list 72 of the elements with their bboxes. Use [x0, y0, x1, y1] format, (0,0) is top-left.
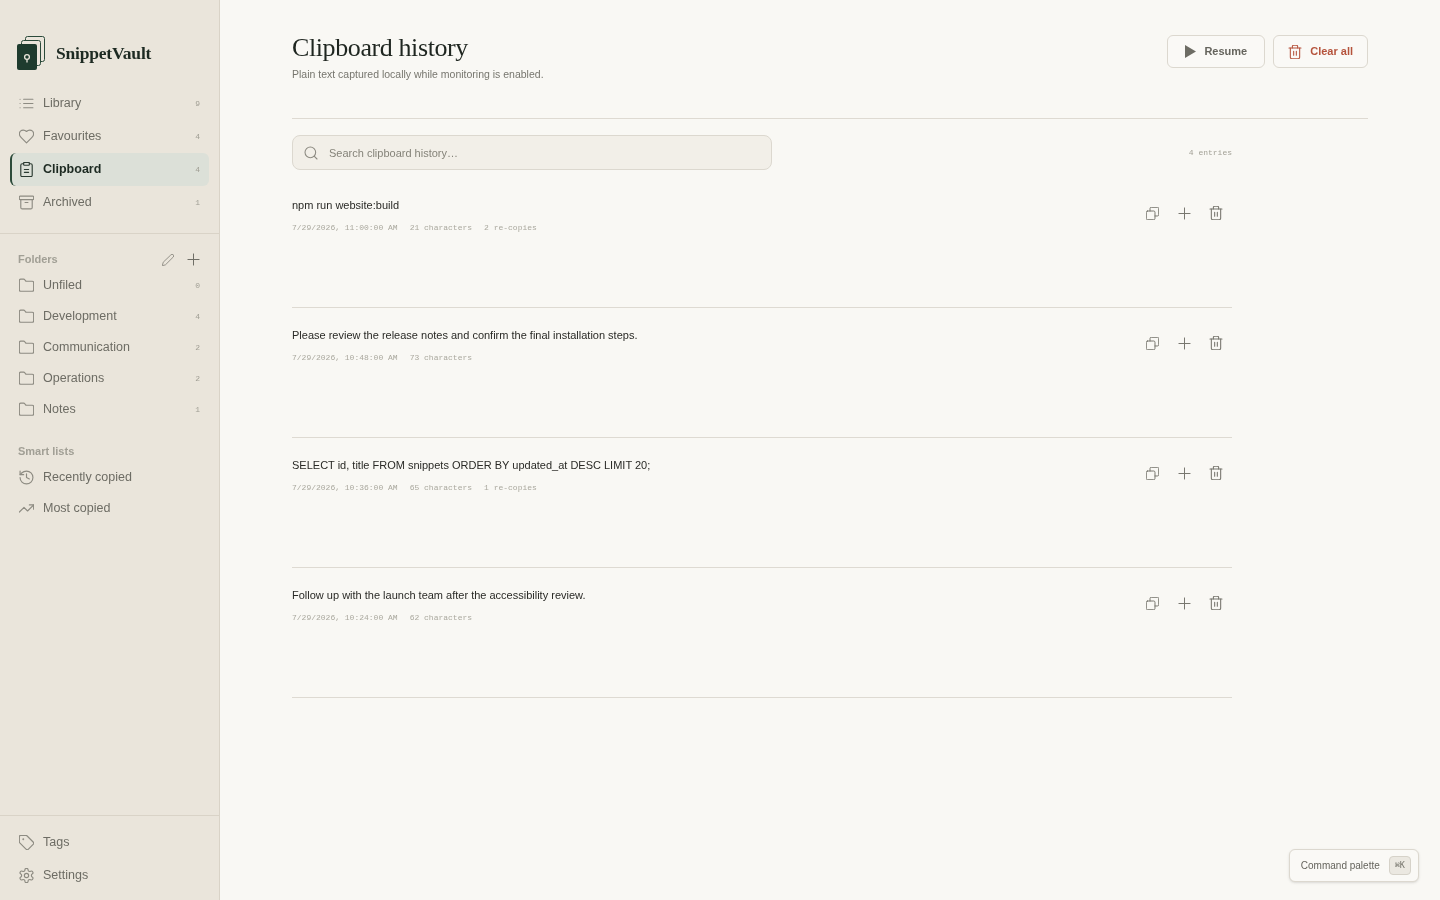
shortcut-key: ⌘K — [1388, 856, 1411, 875]
timestamp: 7/29/2026, 10:24:00 AM — [292, 612, 398, 624]
section-heading: Folders — [18, 252, 58, 268]
clipboard-icon — [19, 162, 34, 177]
plus-icon[interactable] — [1177, 206, 1191, 220]
trash-icon[interactable] — [1209, 206, 1223, 220]
item-count: 2 — [195, 341, 200, 354]
tag-icon — [19, 835, 34, 850]
recopy-count: 2 re-copies — [484, 222, 537, 234]
settings-icon — [19, 868, 34, 883]
archive-box-icon — [19, 195, 34, 210]
plus-icon[interactable] — [1177, 596, 1191, 610]
sidebar-item[interactable]: Unfiled 0 — [10, 270, 209, 301]
timestamp: 7/29/2026, 10:48:00 AM — [292, 352, 398, 364]
trash-icon[interactable] — [1209, 596, 1223, 610]
app-name: SnippetVault — [56, 41, 152, 65]
plus-icon[interactable] — [1177, 336, 1191, 350]
trash-icon[interactable] — [1209, 336, 1223, 350]
play-icon — [1185, 45, 1197, 58]
copy-icon[interactable] — [1145, 206, 1159, 220]
pencil-icon[interactable] — [162, 253, 174, 266]
trash-icon[interactable] — [1209, 466, 1223, 480]
sidebar-item[interactable]: Tags — [10, 826, 209, 859]
item-count: 4 — [195, 163, 200, 176]
section-heading: Smart lists — [18, 444, 75, 460]
trash-icon — [1288, 44, 1303, 59]
plus-icon[interactable] — [1177, 466, 1191, 480]
sidebar-item[interactable]: Development 4 — [10, 301, 209, 332]
trend-line-icon — [19, 501, 34, 516]
sidebar-item[interactable]: Clipboard 4 — [10, 153, 209, 186]
character-count: 21 characters — [409, 222, 473, 234]
search-icon — [304, 145, 318, 160]
entry-text: Follow up with the launch team after the accessibility review. — [292, 588, 586, 603]
timestamp: 7/29/2026, 10:36:00 AM — [292, 482, 398, 494]
item-count: 4 — [195, 310, 200, 323]
resume-button[interactable]: Resume — [1167, 35, 1266, 68]
sidebar-item[interactable]: Favourites 4 — [10, 120, 209, 153]
plus-icon[interactable] — [187, 253, 200, 266]
entry-text: npm run website:build — [292, 198, 400, 213]
heart-icon — [19, 129, 34, 144]
sidebar-item[interactable]: Operations 2 — [10, 363, 209, 394]
folder-icon — [19, 340, 34, 355]
page-title: Clipboard history — [292, 32, 469, 64]
entry-text: Please review the release notes and confirm the final installation steps. — [292, 328, 638, 343]
search-field[interactable]: Search clipboard history… — [292, 135, 772, 170]
sidebar-item[interactable]: Settings — [10, 859, 209, 892]
copy-icon[interactable] — [1145, 466, 1159, 480]
timestamp: 7/29/2026, 11:00:00 AM — [292, 222, 398, 234]
sidebar-item[interactable]: Most copied — [10, 493, 209, 524]
entry-count: 4 entries — [1188, 146, 1232, 159]
clear-all-button[interactable]: Clear all — [1273, 35, 1368, 68]
copy-icon[interactable] — [1145, 336, 1159, 350]
folder-icon — [19, 309, 34, 324]
item-count: 2 — [195, 372, 200, 385]
character-count: 73 characters — [409, 352, 473, 364]
folder-icon — [19, 371, 34, 386]
page-subtitle: Plain text captured locally while monitoring is enabled. — [292, 67, 544, 82]
logo-icon — [17, 36, 45, 70]
history-icon — [19, 470, 34, 485]
folder-icon — [19, 402, 34, 417]
sidebar-item[interactable]: Recently copied — [10, 462, 209, 493]
item-count: 4 — [195, 130, 200, 143]
sidebar-item[interactable]: Communication 2 — [10, 332, 209, 363]
entry-text: SELECT id, title FROM snippets ORDER BY updated_at DESC LIMIT 20; — [292, 458, 651, 473]
character-count: 65 characters — [409, 482, 473, 494]
recopy-count: 1 re-copies — [484, 482, 537, 494]
copy-icon[interactable] — [1145, 596, 1159, 610]
item-count: 0 — [195, 279, 200, 292]
list-icon — [19, 96, 34, 111]
character-count: 62 characters — [409, 612, 473, 624]
command-palette-button[interactable]: Command palette ⌘K — [1288, 849, 1419, 882]
folder-icon — [19, 278, 34, 293]
